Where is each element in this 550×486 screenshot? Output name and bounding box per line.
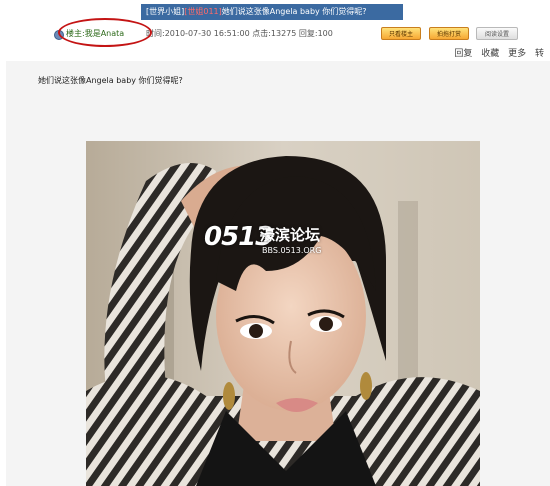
post-heading: 她们说这张像Angela baby 你们觉得呢? (38, 76, 183, 85)
more-link[interactable]: 更多 (508, 49, 526, 59)
action-links: 回复 收藏 更多 转 (448, 46, 544, 59)
sub-forum-tag[interactable]: [世姐011] (184, 7, 222, 16)
post-meta: 时间:2010-07-30 16:51:00 点击:13275 回复:100 (146, 29, 333, 38)
favorite-link[interactable]: 收藏 (481, 49, 499, 59)
only-op-button[interactable]: 只看楼主 (381, 27, 421, 40)
post-photo (86, 141, 480, 486)
portrait-illustration (86, 141, 480, 486)
read-settings-button[interactable]: 阅读设置 (476, 27, 518, 40)
forward-link[interactable]: 转 (535, 49, 544, 59)
red-circle-annotation (58, 18, 152, 47)
forum-tag-link[interactable]: [世界小姐] (146, 7, 184, 16)
reply-link[interactable]: 回复 (454, 49, 472, 59)
watermark-site-name: 濠滨论坛 (260, 226, 321, 244)
thread-title-bar: [世界小姐][世姐011]她们说这张像Angela baby 你们觉得呢? (141, 4, 403, 20)
tip-button[interactable]: 拍拖打赏 (429, 27, 469, 40)
thread-title: 她们说这张像Angela baby 你们觉得呢? (221, 7, 367, 16)
site-watermark: 0513 濠滨论坛 BBS.0513.ORG (204, 222, 374, 262)
watermark-url: BBS.0513.ORG (262, 246, 322, 255)
